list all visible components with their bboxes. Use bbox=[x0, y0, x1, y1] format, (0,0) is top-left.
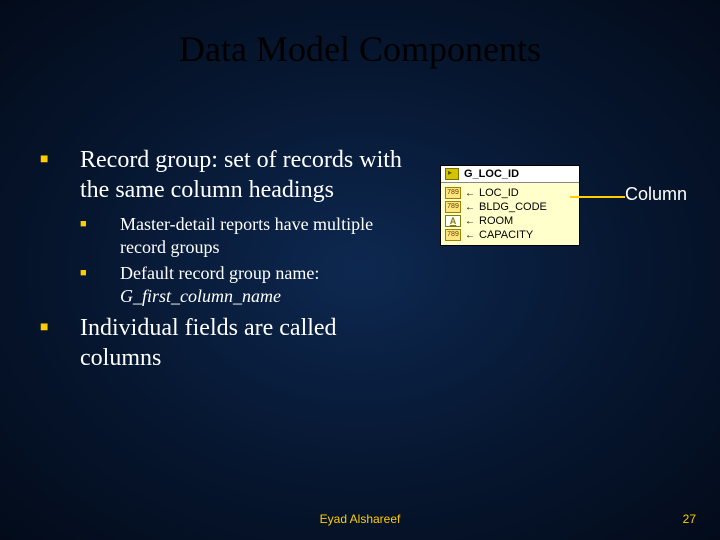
footer-author: Eyad Alshareef bbox=[0, 512, 720, 526]
arrow-icon: ← bbox=[465, 230, 475, 241]
group-icon bbox=[445, 168, 459, 180]
arrow-icon: ← bbox=[465, 202, 475, 213]
figure-row: 789 ← BLDG_CODE bbox=[445, 200, 575, 214]
figure-row: A ← ROOM bbox=[445, 214, 575, 228]
bullet-1b-name: G_first_column_name bbox=[120, 286, 281, 306]
bullet-icon: ■ bbox=[80, 262, 120, 307]
column-name: CAPACITY bbox=[479, 229, 533, 241]
figure-row: 789 ← LOC_ID bbox=[445, 186, 575, 200]
numeric-column-icon: 789 bbox=[445, 229, 461, 241]
arrow-icon: ← bbox=[465, 188, 475, 199]
bullet-1b-prefix: Default record group name: bbox=[120, 263, 319, 283]
bullet-1b-text: Default record group name: G_first_colum… bbox=[120, 262, 319, 307]
record-group-figure: G_LOC_ID 789 ← LOC_ID 789 ← BLDG_CODE A … bbox=[440, 165, 580, 246]
column-name: ROOM bbox=[479, 215, 513, 227]
slide-title: Data Model Components bbox=[0, 28, 720, 70]
bullet-1-text: Record group: set of records with the sa… bbox=[80, 145, 420, 205]
figure-header: G_LOC_ID bbox=[441, 166, 579, 183]
text-column-icon: A bbox=[445, 215, 461, 227]
column-name: BLDG_CODE bbox=[479, 201, 547, 213]
figure-body: 789 ← LOC_ID 789 ← BLDG_CODE A ← ROOM 78… bbox=[441, 183, 579, 245]
arrow-icon: ← bbox=[465, 216, 475, 227]
column-name: LOC_ID bbox=[479, 187, 519, 199]
bullet-icon: ■ bbox=[40, 145, 80, 205]
numeric-column-icon: 789 bbox=[445, 187, 461, 199]
annotation-line bbox=[570, 196, 625, 198]
bullet-icon: ■ bbox=[40, 313, 80, 373]
bullet-icon: ■ bbox=[80, 213, 120, 258]
bullet-1a-text: Master-detail reports have multiple reco… bbox=[120, 213, 420, 258]
numeric-column-icon: 789 bbox=[445, 201, 461, 213]
figure-header-text: G_LOC_ID bbox=[464, 168, 519, 180]
bullet-2-text: Individual fields are called columns bbox=[80, 313, 420, 373]
footer-page-number: 27 bbox=[683, 512, 696, 526]
content-area: ■ Record group: set of records with the … bbox=[40, 145, 420, 381]
figure-row: 789 ← CAPACITY bbox=[445, 228, 575, 242]
column-annotation: Column bbox=[625, 184, 687, 205]
